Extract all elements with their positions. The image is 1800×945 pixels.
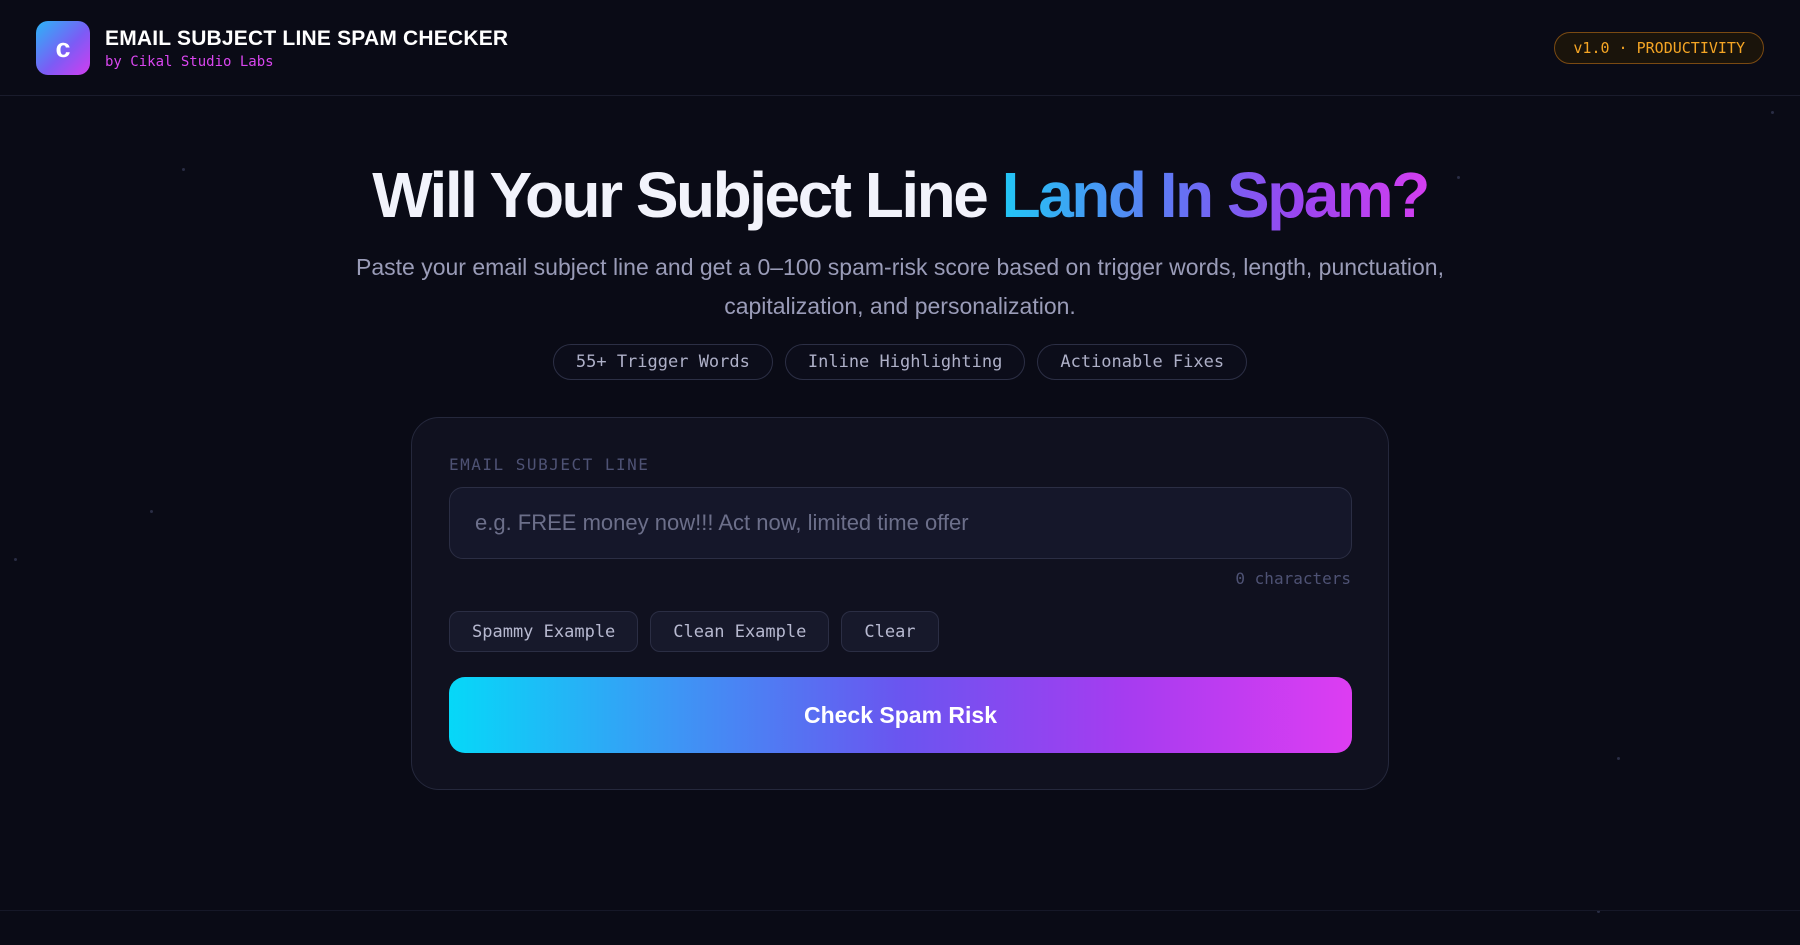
background-star <box>1771 111 1774 114</box>
feature-chip-inline-highlighting: Inline Highlighting <box>784 344 1026 380</box>
hero-title: Will Your Subject Line Land In Spam? <box>0 158 1800 232</box>
subject-field-label: EMAIL SUBJECT LINE <box>449 455 650 474</box>
checker-card: EMAIL SUBJECT LINE 0 characters Spammy E… <box>411 417 1389 790</box>
app-header: c EMAIL SUBJECT LINE SPAM CHECKER by Cik… <box>0 0 1800 96</box>
character-count: 0 characters <box>1235 569 1351 588</box>
subject-input[interactable] <box>449 487 1352 559</box>
feature-chip-actionable-fixes: Actionable Fixes <box>1037 344 1248 380</box>
clean-example-button[interactable]: Clean Example <box>650 611 830 652</box>
app-logo: c <box>36 21 90 75</box>
hero-description: Paste your email subject line and get a … <box>355 254 1444 319</box>
app-subtitle: by Cikal Studio Labs <box>105 54 274 70</box>
app-title: EMAIL SUBJECT LINE SPAM CHECKER <box>105 27 509 50</box>
background-star <box>150 510 153 513</box>
feature-chips: 55+ Trigger Words Inline Highlighting Ac… <box>0 344 1800 380</box>
background-star <box>1617 757 1620 760</box>
feature-chip-trigger-words: 55+ Trigger Words <box>552 344 773 380</box>
check-spam-risk-button[interactable]: Check Spam Risk <box>449 677 1352 753</box>
logo-letter: c <box>55 32 71 63</box>
hero-title-highlight: Land In Spam? <box>1001 159 1431 231</box>
example-buttons: Spammy Example Clean Example Clear <box>449 611 939 652</box>
version-badge: v1.0 · PRODUCTIVITY <box>1554 32 1764 64</box>
hero-title-plain: Will Your Subject Line <box>372 159 1002 231</box>
clear-button[interactable]: Clear <box>841 611 939 652</box>
footer-divider <box>0 910 1800 911</box>
spammy-example-button[interactable]: Spammy Example <box>449 611 639 652</box>
background-star <box>14 558 17 561</box>
